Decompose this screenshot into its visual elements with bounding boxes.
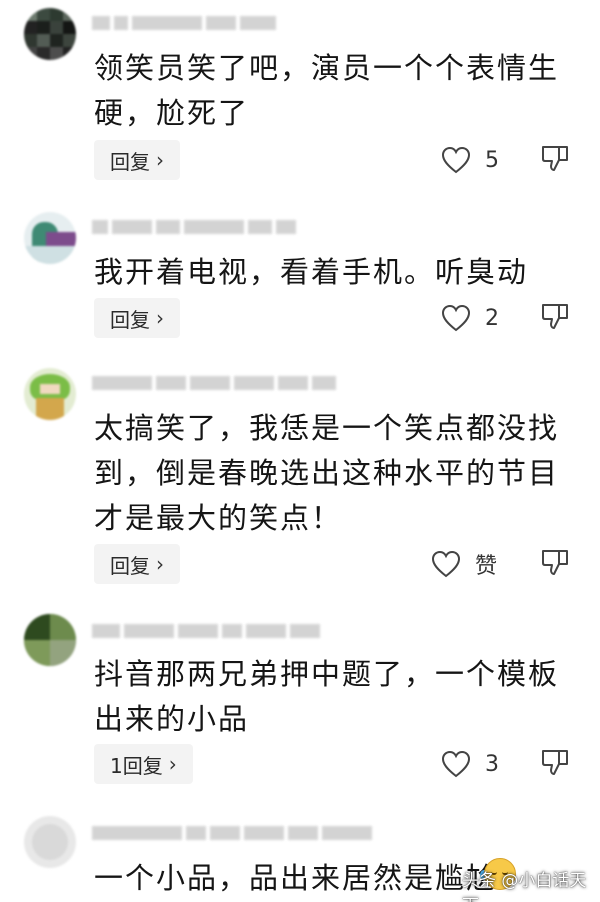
comment-list-page: 领笑员笑了吧，演员一个个表情生硬，尬死了 回复 › 5 我开着电视，看着手机。听… bbox=[0, 0, 600, 902]
source-watermark: 头条 @小白话天下 bbox=[462, 866, 600, 902]
watermark-text: 头条 @小白话天下 bbox=[462, 871, 587, 902]
comment-item: 一个小品，品出来居然是尴尬 bbox=[0, 0, 600, 902]
avatar[interactable] bbox=[24, 816, 76, 868]
username-redacted[interactable] bbox=[92, 822, 372, 844]
